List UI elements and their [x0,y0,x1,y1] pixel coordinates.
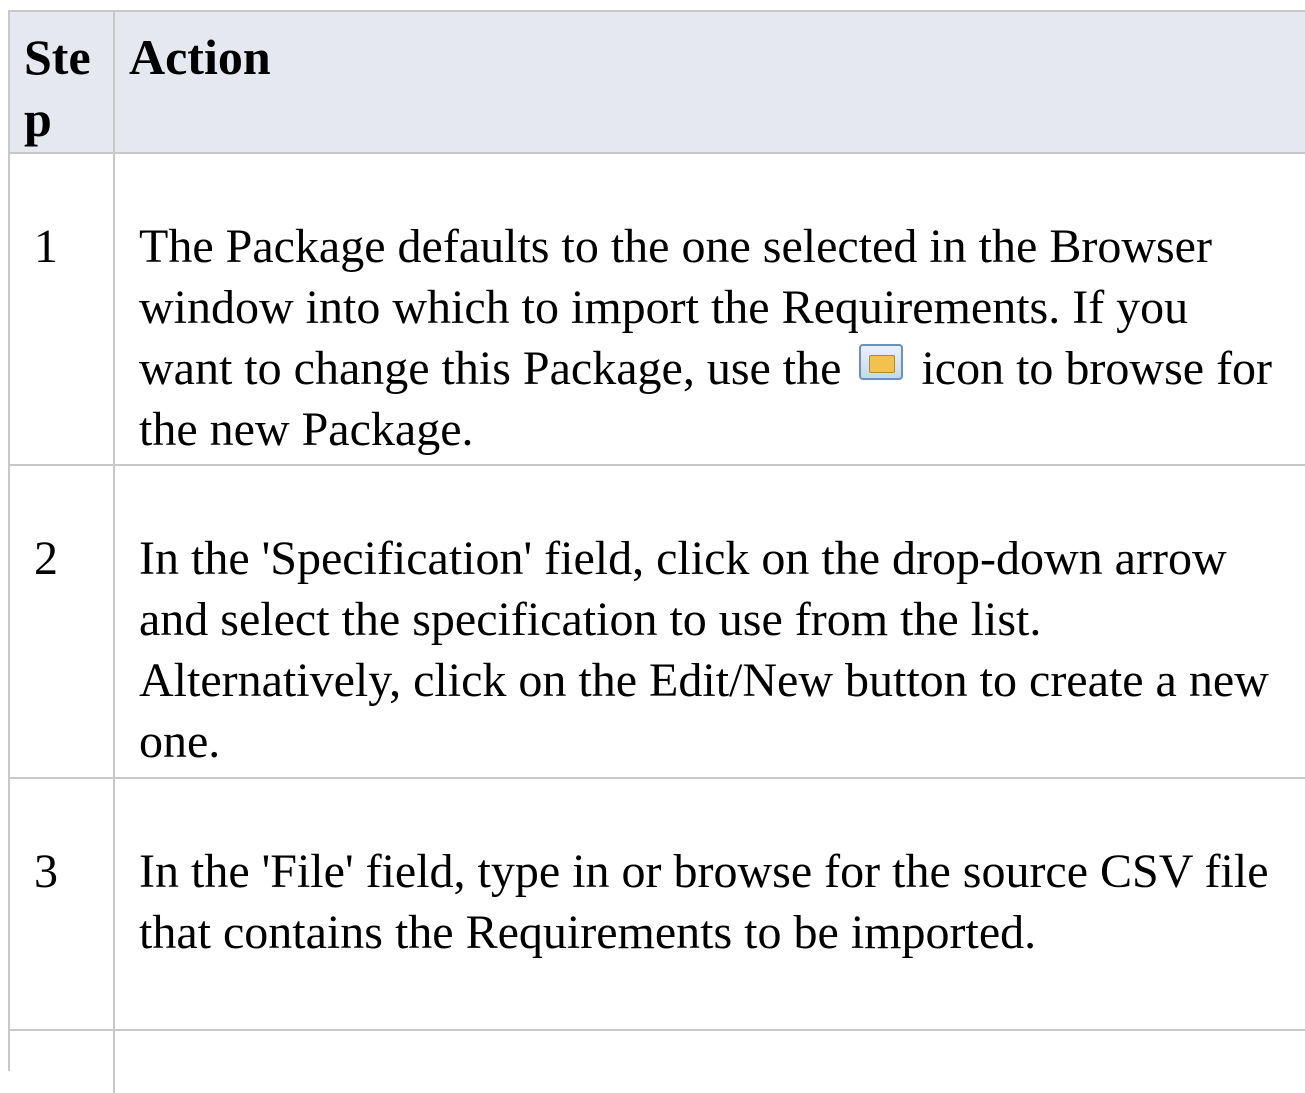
step-action: The Package defaults to the one selected… [115,154,1305,464]
action-column-header: Action [129,29,271,85]
step-action: In the 'Specification' field, click on t… [139,532,1269,768]
step-number: 3 [10,779,115,1029]
step-number: 1 [10,154,115,464]
steps-table: Ste p Action 1 The Package defaults to t… [8,10,1305,1093]
step-number [10,1031,115,1093]
table-row: 2 In the 'Specification' field, click on… [8,466,1305,779]
step-column-header: Ste p [10,12,115,152]
step-action [115,1031,1305,1093]
step-action: In the 'File' field, type in or browse f… [139,845,1269,959]
table-row [8,1031,1305,1093]
table-header-row: Ste p Action [8,10,1305,154]
table-row: 1 The Package defaults to the one select… [8,154,1305,466]
browse-package-icon [859,344,904,380]
table-row: 3 In the 'File' field, type in or browse… [8,779,1305,1031]
step-number: 2 [10,466,115,777]
